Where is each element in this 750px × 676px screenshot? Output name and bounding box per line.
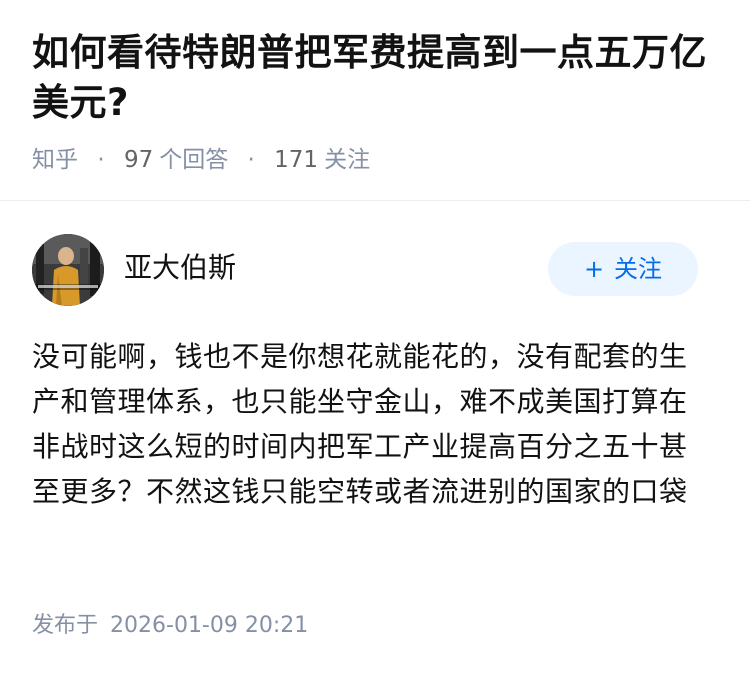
meta-separator: · [97,147,105,173]
answer-content: 没可能啊，钱也不是你想花就能花的，没有配套的生产和管理体系，也只能坐守金山，难不… [32,340,688,508]
question-title[interactable]: 如何看待特朗普把军费提高到一点五万亿美元? [32,28,718,128]
follow-count: 171 [274,147,319,173]
author-avatar[interactable] [32,234,104,306]
author-row: 亚大伯斯 + 关注 [32,234,718,306]
follow-count-label[interactable]: 关注 [324,147,370,173]
question-header: 如何看待特朗普把军费提高到一点五万亿美元? 知乎 · 97 个回答 · 171 关注 [0,0,750,200]
publish-label: 发布于 [32,613,99,638]
follow-button[interactable]: + 关注 [548,242,698,296]
question-meta: 知乎 · 97 个回答 · 171 关注 [32,144,370,176]
avatar-photo-icon [32,234,104,306]
source-label[interactable]: 知乎 [32,147,78,173]
answer-count-label[interactable]: 个回答 [159,147,228,173]
answer-count: 97 [123,147,154,173]
publish-time: 发布于 2026-01-09 20:21 [32,610,308,642]
publish-timestamp: 2026-01-09 20:21 [110,613,309,638]
plus-icon: + [583,255,605,283]
section-divider [0,200,750,201]
follow-button-label: 关注 [614,255,663,283]
author-name[interactable]: 亚大伯斯 [124,250,236,286]
meta-separator: · [247,147,255,173]
